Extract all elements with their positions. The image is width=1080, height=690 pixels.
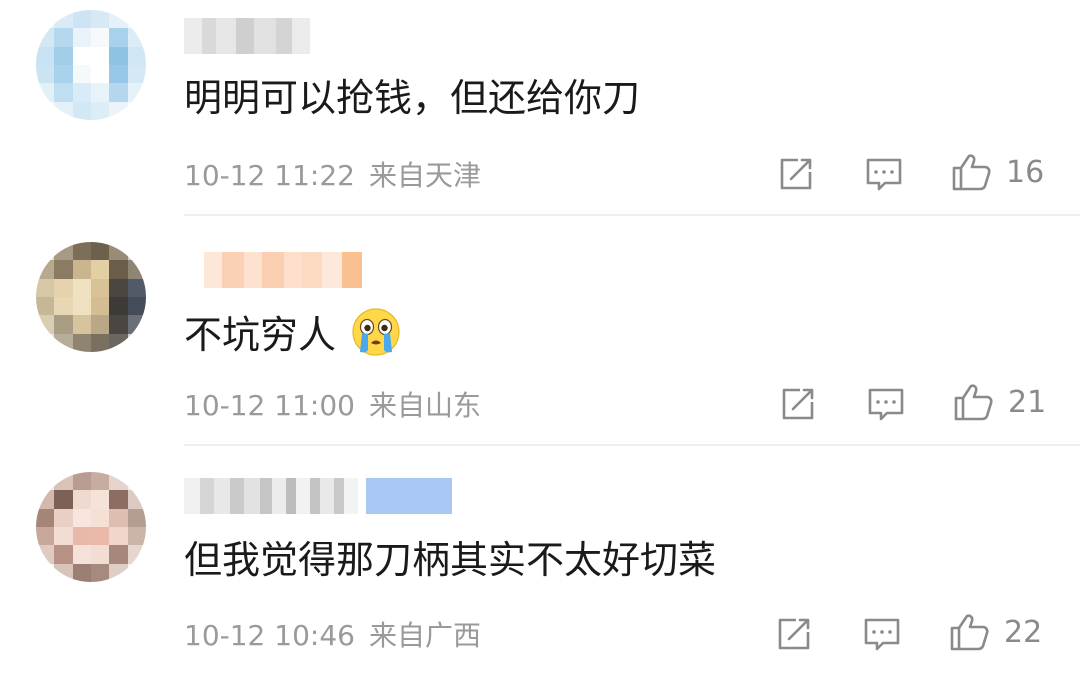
reply-button[interactable] [862,614,902,654]
share-icon [782,388,814,420]
like-button[interactable]: 22 [948,612,1042,652]
like-button[interactable]: 21 [952,382,1046,422]
comment-icon [868,388,904,421]
comment-icon [864,618,900,651]
comment-icon [866,158,902,191]
thumbs-up-icon [950,614,989,651]
username-blurred[interactable] [184,478,452,514]
comment-text: 不坑穷人 [184,306,402,359]
like-count: 21 [1008,384,1047,420]
comment-location: 来自天津 [368,159,481,192]
comment-location: 来自广西 [368,619,481,652]
thumbs-up-icon [954,384,993,421]
reply-button[interactable] [864,154,904,194]
avatar[interactable] [36,472,146,582]
comment-text: 明明可以抢钱，但还给你刀 [184,76,641,120]
comment-text-content: 不坑穷人 [184,313,337,357]
share-button[interactable] [778,384,818,424]
comment-item: 明明可以抢钱，但还给你刀 10-12 11:22 来自天津 16 [0,0,1080,230]
divider [184,214,1080,216]
comment-date: 10-12 11:00 [184,389,355,422]
comment-date: 10-12 10:46 [184,619,355,652]
share-icon [778,618,810,650]
share-button[interactable] [774,614,814,654]
comment-text: 但我觉得那刀柄其实不太好切菜 [184,538,717,582]
thumbs-up-icon [952,154,991,191]
comment-meta: 10-12 10:46 来自广西 [184,614,481,654]
comment-item: 不坑穷人 10-12 11:00 来自山东 21 [0,230,1080,460]
avatar[interactable] [36,10,146,120]
like-count: 22 [1004,614,1043,650]
share-button[interactable] [776,154,816,194]
username-blurred[interactable] [184,18,310,54]
crying-face-emoji-icon [352,308,400,356]
like-count: 16 [1006,154,1045,190]
divider [184,444,1080,446]
avatar[interactable] [36,242,146,352]
comment-date: 10-12 11:22 [184,159,355,192]
reply-button[interactable] [866,384,906,424]
comment-item: 但我觉得那刀柄其实不太好切菜 10-12 10:46 来自广西 22 [0,460,1080,690]
username-blurred[interactable] [184,252,362,288]
like-button[interactable]: 16 [950,152,1044,192]
comment-location: 来自山东 [368,389,481,422]
comment-meta: 10-12 11:00 来自山东 [184,384,481,424]
comment-meta: 10-12 11:22 来自天津 [184,154,481,194]
share-icon [780,158,812,190]
